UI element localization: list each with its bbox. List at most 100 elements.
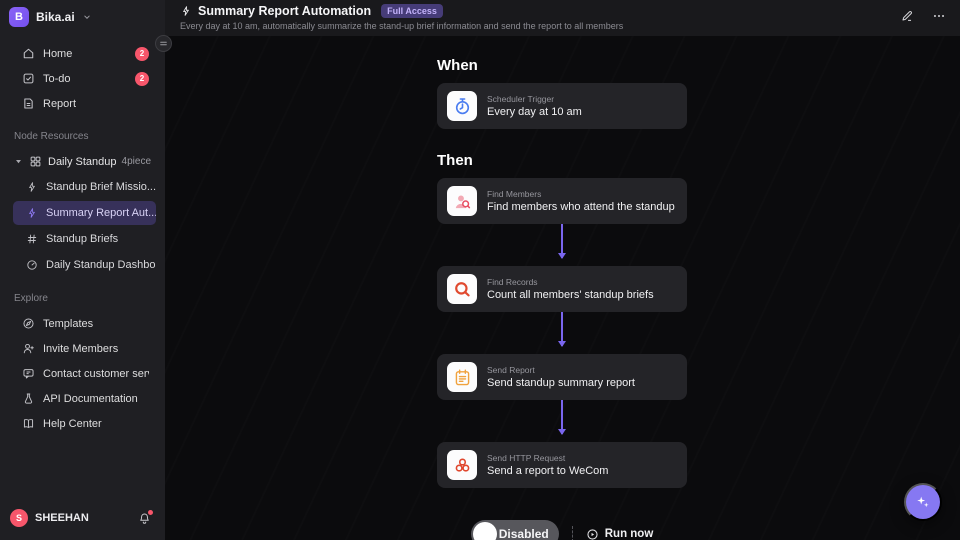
then-heading: Then (437, 152, 473, 169)
stopwatch-icon (447, 91, 477, 121)
flow-connector-arrow (561, 400, 563, 434)
sidebar-item-help-center[interactable]: Help Center (0, 411, 165, 436)
api-icon (22, 392, 35, 405)
tree-item-daily-standup[interactable]: Daily Standup 4piece (0, 149, 165, 174)
workspace-switcher[interactable]: B Bika.ai (0, 0, 165, 33)
chat-icon (22, 367, 35, 380)
run-now-button[interactable]: Run now (586, 528, 654, 540)
gauge-icon (26, 259, 38, 271)
when-heading: When (437, 57, 478, 74)
header-actions (900, 4, 946, 23)
sparkle-icon (914, 493, 932, 511)
page-title: Summary Report Automation (198, 4, 372, 18)
card-type-label: Send Report (487, 365, 535, 375)
grid-icon (29, 155, 42, 168)
bolt-icon (180, 5, 192, 17)
card-description: Count all members' standup briefs (487, 289, 654, 301)
sidebar-item-templates[interactable]: Templates (0, 311, 165, 336)
card-type-label: Find Records (487, 277, 538, 287)
section-node-resources: Node Resources (14, 131, 89, 142)
tree-item-daily-standup-dashboard[interactable]: Daily Standup Dashboard (13, 253, 156, 277)
action-card-send-http-request[interactable]: Send HTTP Request Send a report to WeCom (437, 442, 687, 488)
run-now-label: Run now (604, 528, 654, 540)
invite-icon (22, 342, 35, 355)
trigger-card-scheduler[interactable]: Scheduler Trigger Every day at 10 am (437, 83, 687, 129)
sidebar-item-label: API Documentation (43, 392, 138, 405)
todo-icon (22, 72, 35, 85)
app-root: B Bika.ai Home 2 To-do 2 Report Node Res… (0, 0, 960, 540)
action-card-send-report[interactable]: Send Report Send standup summary report (437, 354, 687, 400)
caret-down-icon[interactable] (14, 157, 23, 166)
sidebar-item-label: Contact customer servi... (43, 367, 149, 380)
tree-item-label: Standup Briefs (46, 233, 119, 245)
workflow-column: When Scheduler Trigger Every day at 10 a… (437, 36, 687, 540)
sidebar-item-label: Home (43, 47, 73, 60)
sidebar-item-invite-members[interactable]: Invite Members (0, 336, 165, 361)
card-description: Every day at 10 am (487, 106, 582, 118)
tree-item-label: Daily Standup (48, 155, 116, 168)
tree-item-count: 4piece (121, 156, 151, 167)
notification-dot (148, 509, 153, 515)
chevron-down-icon (82, 12, 92, 22)
sidebar-item-label: To-do (43, 72, 71, 85)
tree-item-summary-report-automation[interactable]: Summary Report Aut... (13, 201, 156, 225)
sidebar-item-label: Templates (43, 317, 94, 330)
bolt-icon (26, 181, 38, 193)
sidebar-item-home[interactable]: Home 2 (0, 41, 165, 66)
section-explore: Explore (14, 293, 48, 304)
header-title-block: Summary Report Automation Full Access Ev… (180, 4, 623, 31)
app-name: Bika.ai (36, 10, 75, 24)
edit-icon[interactable] (900, 9, 914, 23)
page-subtitle: Every day at 10 am, automatically summar… (180, 21, 624, 31)
wecom-icon (447, 450, 477, 480)
card-type-label: Send HTTP Request (487, 453, 566, 463)
tree-item-label: Summary Report Aut... (46, 207, 156, 219)
toggle-label: Disabled (498, 527, 549, 540)
action-card-find-records[interactable]: Find Records Count all members' standup … (437, 266, 687, 312)
card-description: Find members who attend the standup (487, 201, 675, 213)
card-type-label: Find Members (487, 189, 542, 199)
sidebar-item-report[interactable]: Report (0, 91, 165, 116)
user-menu[interactable]: S SHEEHAN (0, 509, 165, 540)
hash-icon (26, 233, 38, 245)
flow-connector-arrow (561, 312, 563, 346)
tree-item-label: Daily Standup Dashboard (46, 259, 156, 271)
tree-item-label: Standup Brief Missio... (46, 181, 156, 193)
avatar: S (10, 509, 28, 527)
sidebar-item-contact-support[interactable]: Contact customer servi... (0, 361, 165, 386)
bolt-icon (26, 207, 38, 219)
sidebar-nav: Home 2 To-do 2 Report (0, 33, 165, 116)
tree-item-standup-brief-mission[interactable]: Standup Brief Missio... (13, 175, 156, 199)
notification-badge: 2 (135, 71, 149, 86)
sidebar-item-label: Report (43, 97, 77, 110)
action-card-find-members[interactable]: Find Members Find members who attend the… (437, 178, 687, 224)
toggle-knob (472, 522, 497, 540)
access-badge: Full Access (381, 4, 443, 18)
tree-item-standup-briefs[interactable]: Standup Briefs (13, 227, 156, 251)
notification-badge: 2 (135, 46, 149, 61)
user-name: SHEEHAN (35, 512, 89, 524)
bell-icon[interactable] (138, 509, 153, 525)
report-icon (22, 97, 35, 110)
sidebar-collapse-button[interactable] (155, 35, 172, 52)
play-circle-icon (586, 528, 599, 540)
member-search-icon (447, 186, 477, 216)
automation-controls: Disabled Run now (437, 520, 687, 540)
enabled-toggle[interactable]: Disabled (470, 520, 559, 540)
ai-assistant-button[interactable] (904, 483, 942, 521)
automation-canvas: When Scheduler Trigger Every day at 10 a… (165, 36, 960, 540)
card-description: Send standup summary report (487, 377, 635, 389)
book-icon (22, 417, 35, 430)
notepad-icon (447, 362, 477, 392)
sidebar-item-label: Help Center (43, 417, 102, 430)
header: Summary Report Automation Full Access Ev… (165, 0, 960, 36)
sidebar-item-api-documentation[interactable]: API Documentation (0, 386, 165, 411)
more-options-icon[interactable] (932, 9, 946, 23)
workspace-logo: B (9, 7, 29, 27)
sidebar-item-todo[interactable]: To-do 2 (0, 66, 165, 91)
divider (571, 526, 573, 540)
sidebar: B Bika.ai Home 2 To-do 2 Report Node Res… (0, 0, 165, 540)
sidebar-item-label: Invite Members (43, 342, 119, 355)
card-type-label: Scheduler Trigger (487, 94, 555, 104)
